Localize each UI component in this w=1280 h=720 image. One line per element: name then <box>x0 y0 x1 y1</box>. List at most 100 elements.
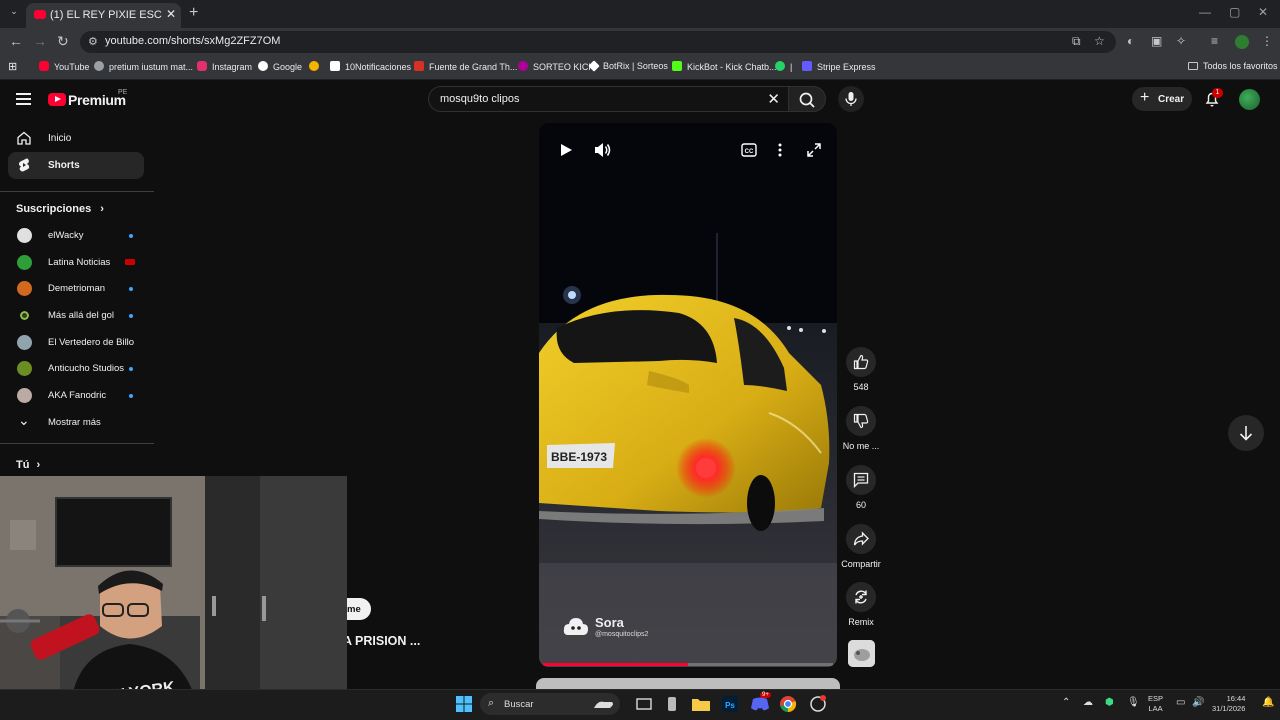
folder-icon <box>1188 62 1198 70</box>
bookmark-whatsapp[interactable]: | <box>775 61 792 72</box>
sidebar-item-label: Shorts <box>48 160 80 171</box>
extension-icon[interactable]: ▣ <box>1151 34 1162 48</box>
share-label: Compartir <box>841 559 881 569</box>
bookmark-sorteo-kick[interactable]: SORTEO KICK <box>518 61 594 72</box>
maximize-icon[interactable]: ▢ <box>1229 5 1240 19</box>
chrome-menu-icon[interactable]: ⋮ <box>1261 34 1273 48</box>
chrome-button[interactable] <box>779 695 799 713</box>
discord-button[interactable]: 9+ <box>750 692 771 713</box>
notification-badge: 1 <box>1212 88 1223 98</box>
notifications-button[interactable]: 1 <box>1203 88 1223 108</box>
arrow-down-icon <box>1239 426 1253 441</box>
speaker-icon[interactable]: 🔊 <box>1192 697 1204 708</box>
you-heading[interactable]: Tú › <box>16 459 40 471</box>
new-tab-icon[interactable]: + <box>189 4 198 22</box>
bookmark-unnamed[interactable] <box>309 61 324 72</box>
fullscreen-icon[interactable] <box>806 142 822 158</box>
minimize-icon[interactable]: — <box>1199 5 1211 19</box>
play-icon[interactable] <box>559 143 573 157</box>
sidebar-item-shorts[interactable]: Shorts <box>8 152 144 179</box>
photoshop-button[interactable]: Ps <box>721 695 741 713</box>
sidebar-subscription[interactable]: elWacky <box>8 222 144 248</box>
bookmark-gta[interactable]: Fuente de Grand Th... <box>414 61 517 72</box>
install-app-icon[interactable]: ⧉ <box>1072 34 1081 49</box>
remix-label: Remix <box>848 617 874 627</box>
notification-center-icon[interactable]: 🔔 <box>1262 697 1274 708</box>
task-view-button[interactable] <box>635 695 655 713</box>
voice-search-button[interactable] <box>838 86 864 112</box>
svg-text:Ps: Ps <box>725 701 735 710</box>
bookmark-label: KickBot - Kick Chatb... <box>687 62 777 72</box>
file-explorer-button[interactable] <box>691 695 711 713</box>
back-icon[interactable]: ← <box>9 33 23 49</box>
extensions-puzzle-icon[interactable]: ✧ <box>1176 34 1186 48</box>
taskbar-search[interactable]: ⌕ Buscar <box>480 693 620 715</box>
menu-icon[interactable] <box>16 93 31 105</box>
channel-name: AKA Fanodric <box>48 390 107 401</box>
forward-icon[interactable]: → <box>33 33 47 49</box>
taskbar-search-label: Buscar <box>504 699 534 710</box>
profile-avatar[interactable] <box>1235 35 1249 49</box>
window-close-icon[interactable]: ✕ <box>1258 5 1268 19</box>
create-button[interactable]: + Crear <box>1132 87 1192 111</box>
reading-list-icon[interactable]: ≡ <box>1211 34 1218 48</box>
video-progress-bar[interactable] <box>543 663 833 666</box>
bookmark-google[interactable]: Google <box>258 61 302 72</box>
next-short-button[interactable] <box>1228 415 1264 451</box>
input-language[interactable]: ESP LAA <box>1148 694 1163 714</box>
security-icon[interactable]: ⬢ <box>1105 697 1114 708</box>
sidebar-subscription[interactable]: AKA Fanodric <box>8 382 144 408</box>
bookmark-kickbot[interactable]: KickBot - Kick Chatb... <box>672 61 777 72</box>
sidebar-subscription[interactable]: El Vertedero de Billo <box>8 329 144 355</box>
show-hidden-icons[interactable]: ⌃ <box>1062 697 1070 708</box>
sidebar-subscription[interactable]: Latina Noticias <box>8 249 144 275</box>
subscriptions-heading[interactable]: Suscripciones › <box>16 203 104 215</box>
apps-grid-icon[interactable]: ⊞ <box>8 60 17 73</box>
sidebar-subscription[interactable]: Anticucho Studios <box>8 355 144 381</box>
search-button[interactable] <box>788 86 826 112</box>
onedrive-icon[interactable]: ☁ <box>1083 697 1093 708</box>
site-info-icon[interactable]: ⚙ <box>88 35 98 48</box>
webcam-overlay: NEW YORK <box>0 476 347 720</box>
bookmark-stripe[interactable]: Stripe Express <box>802 61 876 72</box>
search-highlight-icon <box>594 701 613 708</box>
bookmark-youtube[interactable]: YouTube <box>39 61 89 72</box>
taskbar-app[interactable] <box>663 695 683 713</box>
omnibox[interactable]: ⚙ youtube.com/shorts/sxMg2ZFZ7OM <box>80 31 1116 53</box>
sidebar-item-inicio[interactable]: Inicio <box>8 125 144 152</box>
live-indicator-icon <box>125 259 135 265</box>
bookmark-star-icon[interactable]: ☆ <box>1094 34 1105 48</box>
sidebar-subscription[interactable]: Más allá del gol <box>8 302 144 328</box>
volume-icon[interactable] <box>594 142 612 158</box>
bookmark-pretium[interactable]: pretium iustum mat... <box>94 61 193 72</box>
search-input[interactable]: mosqu9to clipos ✕ <box>428 86 788 112</box>
browser-tab[interactable]: (1) EL REY PIXIE ESCAPO DE LA PRISION ..… <box>26 3 181 28</box>
channel-avatar <box>17 335 32 350</box>
bookmark-label: YouTube <box>54 62 90 72</box>
network-icon[interactable]: ▭ <box>1176 697 1185 708</box>
youtube-premium-logo[interactable]: Premium PE <box>48 89 127 110</box>
microphone-tray-icon[interactable]: 🎙 <box>1127 697 1140 708</box>
closed-captions-icon[interactable]: CC <box>741 143 757 157</box>
clear-search-icon[interactable]: ✕ <box>767 90 780 108</box>
extension-icon[interactable]: ◐ <box>1127 34 1134 48</box>
show-more-button[interactable]: ⌄ Mostrar más <box>8 409 144 435</box>
search-value: mosqu9to clipos <box>440 93 520 105</box>
sidebar-subscription[interactable]: Demetrioman <box>8 275 144 301</box>
taskbar-app[interactable] <box>809 695 829 713</box>
bookmark-notificaciones[interactable]: 10Notificaciones <box>330 61 411 72</box>
more-options-icon[interactable] <box>777 143 783 157</box>
account-avatar[interactable] <box>1239 89 1260 110</box>
tab-search-icon[interactable]: ⌄ <box>6 6 22 22</box>
reload-icon[interactable]: ↻ <box>57 33 69 50</box>
all-bookmarks[interactable]: Todos los favoritos <box>1188 61 1278 71</box>
start-button[interactable] <box>455 695 475 713</box>
google-icon <box>258 61 268 71</box>
audio-source-thumbnail[interactable] <box>848 640 875 667</box>
bookmark-instagram[interactable]: Instagram <box>197 61 252 72</box>
system-clock[interactable]: 16:44 31/1/2026 <box>1212 694 1245 714</box>
close-tab-icon[interactable]: ✕ <box>166 7 176 21</box>
bookmark-label: Fuente de Grand Th... <box>429 62 518 72</box>
bookmark-botrix[interactable]: BotRix | Sorteos <box>588 60 668 72</box>
shorts-video-player[interactable]: BBE-1973 CC Sora @mosquitoclips2 <box>539 123 837 667</box>
